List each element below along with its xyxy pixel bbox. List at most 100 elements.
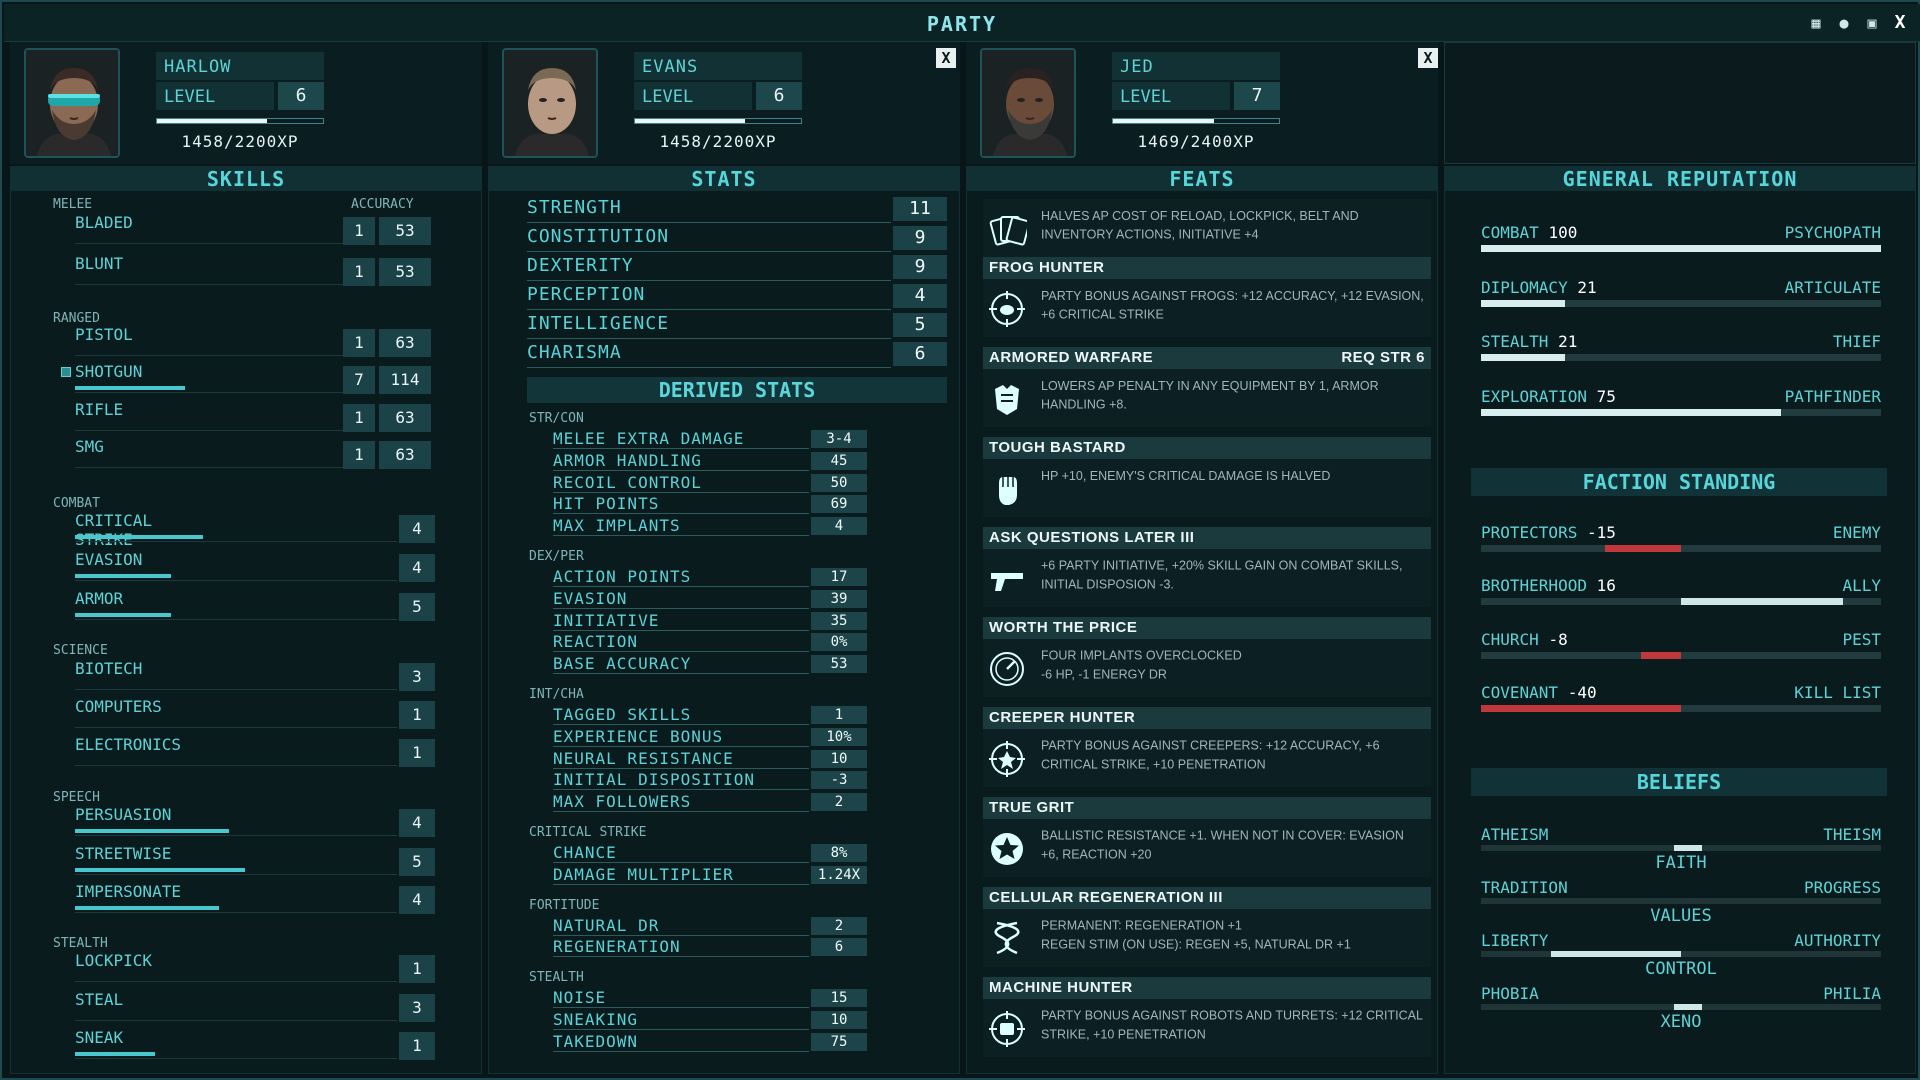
creeper-target-icon — [987, 739, 1027, 779]
derived-stat-row[interactable]: NEURAL RESISTANCE 10 — [553, 749, 867, 769]
derived-stat-row[interactable]: CHANCE 8% — [553, 843, 867, 863]
derived-stat-row[interactable]: RECOIL CONTROL 50 — [553, 473, 867, 493]
derived-stat-row[interactable]: DAMAGE MULTIPLIER 1.24X — [553, 865, 867, 885]
derived-stat-row[interactable]: ARMOR HANDLING 45 — [553, 451, 867, 471]
derived-stat-row[interactable]: EVASION 39 — [553, 589, 867, 609]
feat-card[interactable]: CREEPER HUNTER PARTY BONUS AGAINST CREEPE… — [983, 707, 1431, 787]
skill-value: 5 — [399, 848, 435, 876]
derived-stat-row[interactable]: SNEAKING 10 — [553, 1010, 867, 1030]
derived-stat-row[interactable]: HIT POINTS 69 — [553, 494, 867, 515]
calendar-icon[interactable]: ▦ — [1806, 13, 1826, 33]
belief-row[interactable]: ATHEISM THEISM FAITH — [1481, 825, 1881, 875]
feat-card[interactable]: ASK QUESTIONS LATER III +6 PARTY INITIATI… — [983, 527, 1431, 607]
row-divider — [75, 284, 343, 285]
derived-stat-value: 45 — [811, 451, 867, 470]
derived-stat-row[interactable]: EXPERIENCE BONUS 10% — [553, 727, 867, 747]
skill-progress-bar — [75, 574, 171, 578]
empty-party-slot[interactable] — [1444, 42, 1916, 164]
remove-member-button[interactable]: X — [936, 48, 956, 68]
feat-card[interactable]: FROG HUNTER PARTY BONUS AGAINST FROGS: +1… — [983, 257, 1431, 337]
derived-stat-row[interactable]: MAX FOLLOWERS 2 — [553, 792, 867, 813]
stat-row[interactable]: CHARISMA 6 — [527, 342, 947, 368]
row-divider — [553, 491, 809, 493]
stat-row[interactable]: STRENGTH 11 — [527, 197, 947, 223]
derived-group-label: INT/CHA — [529, 687, 584, 702]
skill-accuracy: 53 — [379, 258, 431, 286]
row-divider — [527, 367, 891, 368]
stat-row[interactable]: CONSTITUTION 9 — [527, 226, 947, 252]
derived-stat-row[interactable]: REGENERATION 6 — [553, 937, 867, 958]
cards-icon — [987, 209, 1027, 249]
derived-stat-name: TAKEDOWN — [553, 1031, 639, 1051]
feat-name: ARMORED WARFARE — [989, 349, 1154, 366]
skill-accuracy: 63 — [379, 329, 431, 357]
pistol-icon — [987, 559, 1027, 599]
derived-stat-row[interactable]: ACTION POINTS 17 — [553, 567, 867, 587]
row-divider — [553, 673, 809, 675]
portrait[interactable] — [980, 48, 1076, 158]
skill-name: ARMOR — [75, 589, 124, 608]
faction-rank: ENEMY — [1832, 523, 1881, 542]
feat-header: ASK QUESTIONS LATER III — [983, 527, 1431, 549]
faction-bar — [1481, 651, 1881, 659]
party-member-card[interactable]: EVANS LEVEL 6 1458/2200XP X — [488, 42, 960, 164]
derived-stat-value: 8% — [811, 844, 867, 862]
party-member-card[interactable]: JED LEVEL 7 1469/2400XP X — [966, 42, 1438, 164]
derived-stat-row[interactable]: NATURAL DR 2 — [553, 916, 867, 936]
reputation-bar — [1481, 354, 1881, 361]
derived-stat-row[interactable]: MELEE EXTRA DAMAGE 3-4 — [553, 429, 867, 449]
stat-row[interactable]: PERCEPTION 4 — [527, 284, 947, 310]
derived-stat-row[interactable]: INITIAL DISPOSITION -3 — [553, 770, 867, 791]
derived-stat-row[interactable]: NOISE 15 — [553, 988, 867, 1009]
belief-row[interactable]: LIBERTY AUTHORITY CONTROL — [1481, 931, 1881, 981]
belief-left-label: LIBERTY — [1481, 931, 1549, 950]
derived-stat-row[interactable]: TAGGED SKILLS 1 — [553, 705, 867, 725]
feat-name: TRUE GRIT — [989, 799, 1075, 816]
brain-icon[interactable]: ● — [1834, 13, 1854, 33]
row-divider — [553, 448, 809, 449]
skill-value: 4 — [399, 515, 435, 543]
xp-bar-fill — [635, 119, 745, 123]
feat-card[interactable]: TRUE GRIT BALLISTIC RESISTANCE +1. WHEN N… — [983, 797, 1431, 877]
derived-stat-row[interactable]: BASE ACCURACY 53 — [553, 654, 867, 675]
monitor-icon[interactable]: ▣ — [1862, 13, 1882, 33]
feat-card[interactable]: WORTH THE PRICE FOUR IMPLANTS OVERCLOCKED… — [983, 617, 1431, 697]
stat-row[interactable]: INTELLIGENCE 5 — [527, 313, 947, 339]
skill-name: LOCKPICK — [75, 951, 153, 970]
derived-stat-row[interactable]: INITIATIVE 35 — [553, 611, 867, 631]
belief-row[interactable]: TRADITION PROGRESS VALUES — [1481, 878, 1881, 928]
derived-stat-row[interactable]: REACTION 0% — [553, 632, 867, 653]
row-divider — [553, 811, 809, 813]
feat-card[interactable]: ARMORED WARFARE REQ STR 6 LOWERS AP PENALT… — [983, 347, 1431, 427]
feat-card[interactable]: HALVES AP COST OF RELOAD, LOCKPICK, BELT… — [983, 199, 1431, 257]
portrait[interactable] — [502, 48, 598, 158]
feat-card[interactable]: MACHINE HUNTER PARTY BONUS AGAINST ROBOTS… — [983, 977, 1431, 1057]
feat-card[interactable]: CELLULAR REGENERATION III PERMANENT: REGE… — [983, 887, 1431, 967]
fist-icon — [987, 469, 1027, 509]
derived-stat-row[interactable]: MAX IMPLANTS 4 — [553, 516, 867, 537]
derived-stat-name: DAMAGE MULTIPLIER — [553, 864, 734, 884]
party-member-card[interactable]: HARLOW LEVEL 6 1458/2200XP — [10, 42, 482, 164]
robot-target-icon — [987, 1009, 1027, 1049]
reputation-value: 21 — [1558, 332, 1578, 351]
derived-stat-row[interactable]: TAKEDOWN 75 — [553, 1032, 867, 1052]
feat-body: PARTY BONUS AGAINST CREEPERS: +12 ACCURA… — [983, 729, 1431, 787]
derived-stat-value: 17 — [811, 568, 867, 586]
derived-stat-name: MELEE EXTRA DAMAGE — [553, 429, 745, 448]
portrait[interactable] — [24, 48, 120, 158]
stat-row[interactable]: DEXTERITY 9 — [527, 255, 947, 281]
skill-name: STREETWISE — [75, 844, 172, 863]
row-divider — [553, 1029, 809, 1030]
feat-name: ASK QUESTIONS LATER III — [989, 529, 1195, 546]
section-ranged: RANGED — [53, 311, 100, 326]
derived-stat-value: 75 — [811, 1032, 867, 1051]
row-divider — [553, 862, 809, 863]
feat-card[interactable]: TOUGH BASTARD HP +10, ENEMY'S CRITICAL DA… — [983, 437, 1431, 517]
close-window-button[interactable]: X — [1890, 13, 1910, 33]
faction-bar-fill — [1605, 545, 1681, 552]
belief-row[interactable]: PHOBIA PHILIA XENO — [1481, 984, 1881, 1034]
row-divider — [75, 580, 397, 581]
remove-member-button[interactable]: X — [1418, 48, 1438, 68]
feat-description: PERMANENT: REGENERATION +1 REGEN STIM (O… — [1041, 918, 1351, 952]
row-divider — [553, 651, 809, 653]
